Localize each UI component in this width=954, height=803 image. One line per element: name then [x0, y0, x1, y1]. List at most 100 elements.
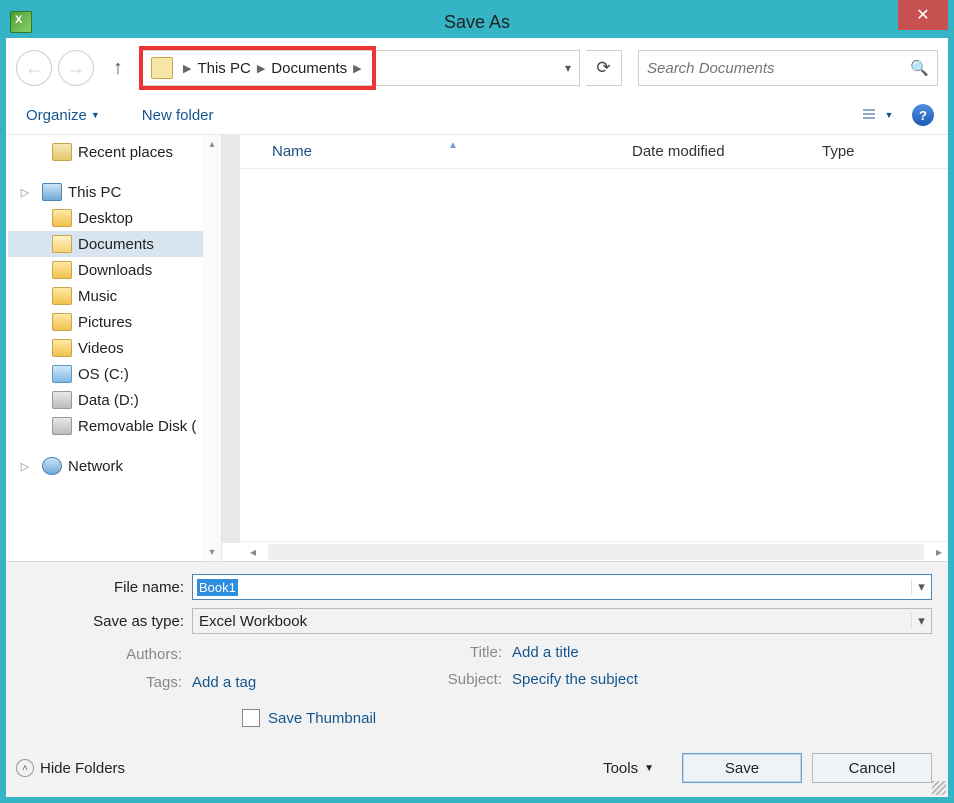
save-form: File name: Book1 ▾ Save as type: Excel W… [6, 562, 948, 739]
up-button[interactable]: ↑ [104, 54, 132, 82]
filename-dropdown[interactable]: ▾ [911, 579, 931, 595]
folder-icon [52, 235, 72, 253]
navigation-tree[interactable]: Recent places ▷This PC Desktop Documents… [6, 135, 222, 561]
title-bar: Save As ✕ [6, 6, 948, 38]
tree-item-downloads[interactable]: Downloads [8, 257, 221, 283]
tree-item-network[interactable]: ▷Network [8, 453, 221, 479]
chevron-down-icon: ▼ [885, 110, 894, 120]
save-thumbnail-row: Save Thumbnail [22, 709, 932, 727]
tags-value[interactable]: Add a tag [192, 674, 256, 691]
tree-item-removable-disk[interactable]: Removable Disk ( [8, 413, 221, 439]
save-thumbnail-checkbox[interactable] [242, 709, 260, 727]
chevron-right-icon: ▷ [18, 460, 32, 473]
tree-item-desktop[interactable]: Desktop [8, 205, 221, 231]
help-button[interactable]: ? [912, 104, 934, 126]
authors-value[interactable] [192, 644, 282, 664]
address-bar[interactable]: ▶ This PC ▶ Documents ▶ ▾ [142, 50, 580, 86]
title-value[interactable]: Add a title [512, 644, 579, 661]
tree-item-pictures[interactable]: Pictures [8, 309, 221, 335]
sort-asc-icon: ▲ [448, 140, 458, 151]
hide-folders-button[interactable]: ˄ Hide Folders [16, 759, 125, 777]
breadcrumb-highlight: ▶ This PC ▶ Documents ▶ [139, 46, 376, 90]
folder-icon [52, 287, 72, 305]
network-icon [42, 457, 62, 475]
search-input[interactable] [647, 60, 910, 77]
tree-item-music[interactable]: Music [8, 283, 221, 309]
column-header-date-modified[interactable]: Date modified [632, 143, 822, 160]
address-dropdown[interactable]: ▾ [565, 61, 571, 75]
dialog-footer: ˄ Hide Folders Tools ▼ Save Cancel [6, 739, 948, 797]
savetype-label: Save as type: [22, 613, 192, 630]
chevron-right-icon: ▶ [257, 62, 265, 75]
this-pc-icon [42, 183, 62, 201]
folder-icon [151, 57, 173, 79]
search-icon: 🔍 [910, 59, 929, 77]
subject-value[interactable]: Specify the subject [512, 671, 638, 688]
close-button[interactable]: ✕ [898, 0, 948, 30]
chevron-right-icon: ▷ [18, 186, 32, 199]
horizontal-scrollbar[interactable]: ◂ ▸ [222, 541, 948, 561]
arrow-right-icon: → [67, 58, 85, 79]
tree-item-videos[interactable]: Videos [8, 335, 221, 361]
savetype-dropdown[interactable]: ▾ [911, 613, 931, 629]
list-scroll-gutter[interactable] [222, 135, 240, 543]
tools-button[interactable]: Tools ▼ [603, 760, 654, 777]
folder-icon [52, 339, 72, 357]
chevron-down-icon: ▼ [91, 110, 100, 120]
chevron-up-icon: ˄ [16, 759, 34, 777]
scroll-left-icon[interactable]: ◂ [244, 545, 262, 559]
save-button[interactable]: Save [682, 753, 802, 783]
tree-item-data-drive[interactable]: Data (D:) [8, 387, 221, 413]
close-icon: ✕ [916, 5, 929, 25]
refresh-icon: ⟳ [596, 58, 610, 78]
tree-item-documents[interactable]: Documents [8, 231, 221, 257]
list-header: Name ▲ Date modified Type [240, 135, 948, 169]
scrollbar-track[interactable] [268, 544, 924, 560]
savetype-value: Excel Workbook [193, 613, 307, 630]
resize-grip[interactable] [932, 781, 946, 795]
toolbar: Organize▼ New folder ▼ ? [6, 96, 948, 135]
sidebar-scrollbar[interactable]: ▴ ▾ [203, 135, 221, 561]
authors-label: Authors: [22, 646, 192, 663]
tree-item-this-pc[interactable]: ▷This PC [8, 179, 221, 205]
file-list-area: Name ▲ Date modified Type ◂ ▸ [222, 135, 948, 561]
folder-icon [52, 209, 72, 227]
organize-button[interactable]: Organize▼ [20, 103, 106, 128]
drive-icon [52, 391, 72, 409]
breadcrumb-documents[interactable]: Documents [271, 60, 347, 77]
chevron-right-icon: ▶ [353, 62, 361, 75]
arrow-left-icon: ← [25, 58, 43, 79]
help-icon: ? [919, 108, 927, 123]
forward-button[interactable]: → [58, 50, 94, 86]
navigation-bar: ← → ↑ ▶ This PC ▶ Documents ▶ ▾ ⟳ 🔍 [6, 38, 948, 96]
cancel-button[interactable]: Cancel [812, 753, 932, 783]
new-folder-button[interactable]: New folder [136, 103, 220, 128]
recent-places-icon [52, 143, 72, 161]
savetype-field[interactable]: Excel Workbook ▾ [192, 608, 932, 634]
column-header-type[interactable]: Type [822, 143, 855, 160]
tree-item-os-drive[interactable]: OS (C:) [8, 361, 221, 387]
filename-value: Book1 [197, 579, 238, 596]
excel-app-icon [10, 11, 32, 33]
folder-icon [52, 313, 72, 331]
chevron-down-icon: ▼ [644, 763, 654, 774]
scroll-right-icon[interactable]: ▸ [930, 545, 948, 559]
tree-item-recent-places[interactable]: Recent places [8, 139, 221, 165]
title-label: Title: [422, 644, 512, 661]
save-as-dialog: Save As ✕ ← → ↑ ▶ This PC ▶ Documents ▶ … [6, 6, 948, 797]
search-box[interactable]: 🔍 [638, 50, 938, 86]
view-options-button[interactable]: ▼ [860, 102, 894, 128]
folder-icon [52, 261, 72, 279]
chevron-right-icon: ▶ [183, 62, 191, 75]
column-header-name[interactable]: Name ▲ [272, 143, 632, 160]
scroll-down-icon[interactable]: ▾ [203, 543, 221, 561]
filename-field[interactable]: Book1 ▾ [192, 574, 932, 600]
scroll-up-icon[interactable]: ▴ [203, 135, 221, 153]
drive-icon [52, 417, 72, 435]
tags-label: Tags: [22, 674, 192, 691]
refresh-button[interactable]: ⟳ [586, 50, 622, 86]
file-list-body[interactable] [240, 169, 948, 541]
breadcrumb-this-pc[interactable]: This PC [197, 60, 250, 77]
back-button[interactable]: ← [16, 50, 52, 86]
save-thumbnail-label[interactable]: Save Thumbnail [268, 710, 376, 727]
